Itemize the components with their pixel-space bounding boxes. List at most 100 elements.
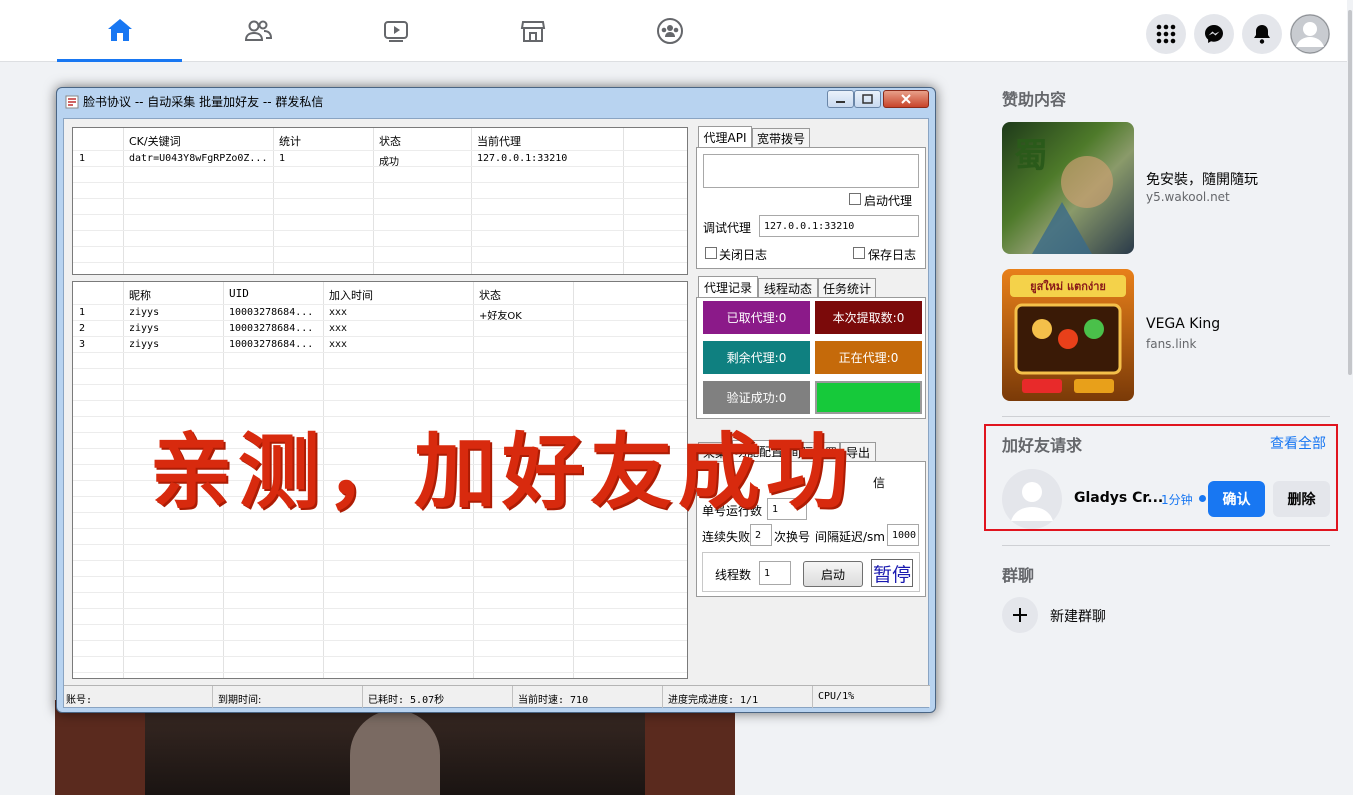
notifications-icon [1254,25,1270,44]
scrollbar[interactable] [1347,0,1353,795]
remaining-proxy-counter[interactable]: 剩余代理:0 [703,341,810,374]
thread-count-input[interactable]: 1 [759,561,791,585]
grid1-cell-status[interactable]: 成功 [379,153,399,168]
save-log-checkbox[interactable] [853,247,865,259]
ad-image-2[interactable]: ยูสใหม่ แตกง่าย [1002,269,1134,401]
messenger-icon [1205,25,1223,43]
tab-broadband-dial[interactable]: 宽带拨号 [752,128,810,148]
grid2-cell[interactable]: 1 [79,307,85,318]
nav-tab-friends[interactable] [195,0,320,62]
tab-proxy-record[interactable]: 代理记录 [698,276,758,298]
extract-count-counter[interactable]: 本次提取数:0 [815,301,922,334]
post-image-portrait [145,700,645,795]
scrollbar-thumb[interactable] [1348,10,1352,375]
save-log-label: 保存日志 [868,248,917,262]
grid1-header-status[interactable]: 状态 [379,133,401,149]
account-avatar [1290,14,1330,54]
enable-proxy-label: 启动代理 [864,194,913,208]
ad-game-artwork: 蜀 [1014,136,1113,254]
status-speed: 当前时速: 710 [518,695,589,706]
divider [1002,416,1330,417]
ad-image-1[interactable]: 蜀 [1002,122,1134,254]
nav-tab-marketplace[interactable] [470,0,595,62]
messenger-button[interactable] [1194,14,1234,54]
minimize-button[interactable] [827,90,854,108]
close-log-checkbox[interactable] [705,247,717,259]
taken-proxy-counter[interactable]: 已取代理:0 [703,301,810,334]
active-proxy-counter[interactable]: 正在代理:0 [815,341,922,374]
grid1-cell-count[interactable]: 1 [279,153,285,164]
grid1-header-proxy[interactable]: 当前代理 [477,133,521,149]
grid2-cell[interactable]: ziyys [129,323,159,334]
confirm-button[interactable]: 确认 [1208,481,1265,517]
menu-button[interactable] [1146,14,1186,54]
grid2-cell[interactable]: 3 [79,339,85,350]
new-group-chat-label[interactable]: 新建群聊 [1050,606,1106,626]
ad-title-1[interactable]: 免安裝，隨開隨玩 [1146,169,1258,189]
interval-delay-label: 间隔延迟/sm [815,530,885,544]
new-group-chat-button[interactable] [1002,597,1038,633]
grid2-cell[interactable]: xxx [329,339,347,350]
enable-proxy-checkbox[interactable] [849,193,861,205]
tab-task-stats[interactable]: 任务统计 [818,278,876,298]
grid2-cell[interactable]: ziyys [129,307,159,318]
grid2-cell[interactable]: 2 [79,323,85,334]
notifications-button[interactable] [1242,14,1282,54]
portrait-face [350,710,440,795]
friends-icon [244,20,272,41]
grid2-cell[interactable]: 10003278684... [229,323,313,334]
overlay-caption: 亲测，加好友成功 [150,425,855,520]
nav-tab-watch[interactable] [333,0,458,62]
grid2-cell[interactable]: xxx [329,323,347,334]
grid2-cell[interactable]: 10003278684... [229,307,313,318]
grid2-cell[interactable]: xxx [329,307,347,318]
consecutive-fail-label: 连续失败 [702,530,751,544]
grid1-cell-index[interactable]: 1 [79,153,85,164]
status-account: 账号: [66,695,93,706]
ad-domain-2: fans.link [1146,337,1197,351]
grid1-cell-ck[interactable]: datr=U043Y8wFgRPZo0Z... [129,153,269,164]
grid2-header-nick[interactable]: 昵称 [129,287,151,303]
start-button[interactable]: 启动 [803,561,863,587]
grid1-header-stats[interactable]: 统计 [279,133,301,149]
maximize-button[interactable] [854,90,881,108]
see-all-link[interactable]: 查看全部 [1270,433,1326,453]
interval-delay-input[interactable]: 1000 [887,524,919,546]
account-button[interactable] [1290,14,1330,54]
pause-button[interactable]: 暂停 [871,559,913,587]
debug-proxy-label: 调试代理 [703,221,752,235]
grid2-cell[interactable]: ziyys [129,339,159,350]
nav-tab-home[interactable] [57,0,182,62]
close-log-label: 关闭日志 [719,248,768,262]
home-icon [107,18,132,41]
requester-name[interactable]: Gladys Cr... [1074,490,1163,506]
close-icon [901,94,911,104]
grid2-header-time[interactable]: 加入时间 [329,287,373,303]
grid1-header-ck[interactable]: CK/关键词 [129,133,181,149]
consecutive-fail-input[interactable]: 2 [750,524,772,546]
debug-proxy-input[interactable]: 127.0.0.1:33210 [759,215,919,237]
grid1-cell-proxy[interactable]: 127.0.0.1:33210 [477,153,567,164]
window-title: 脸书协议 -- 自动采集 批量加好友 -- 群发私信 [83,95,324,109]
nav-tab-groups[interactable] [607,0,732,62]
post-image[interactable] [55,700,735,795]
unread-dot [1199,495,1206,502]
tab-proxy-api[interactable]: 代理API [698,126,752,148]
requester-avatar[interactable] [1002,469,1062,529]
sponsored-title: 赞助内容 [1002,90,1067,109]
delete-button[interactable]: 删除 [1273,481,1330,517]
accounts-grid[interactable]: CK/关键词 统计 状态 当前代理 1 datr=U043Y8wFgRPZo0Z… [72,127,688,275]
plus-icon [1013,608,1027,622]
close-button[interactable] [883,90,929,108]
grid2-cell[interactable]: +好友OK [479,307,522,322]
request-time: 1分钟 [1161,493,1193,507]
grid2-header-uid[interactable]: UID [229,287,249,300]
tab-thread-status[interactable]: 线程动态 [758,278,818,298]
proxy-api-input[interactable] [703,154,919,188]
grid2-header-status[interactable]: 状态 [479,287,501,303]
ad-image-2-banner: ยูสใหม่ แตกง่าย [1010,275,1126,297]
group-chat-title: 群聊 [1002,566,1035,585]
grid2-cell[interactable]: 10003278684... [229,339,313,350]
ad-title-2[interactable]: VEGA King [1146,316,1220,332]
top-navigation-bar [0,0,1353,62]
